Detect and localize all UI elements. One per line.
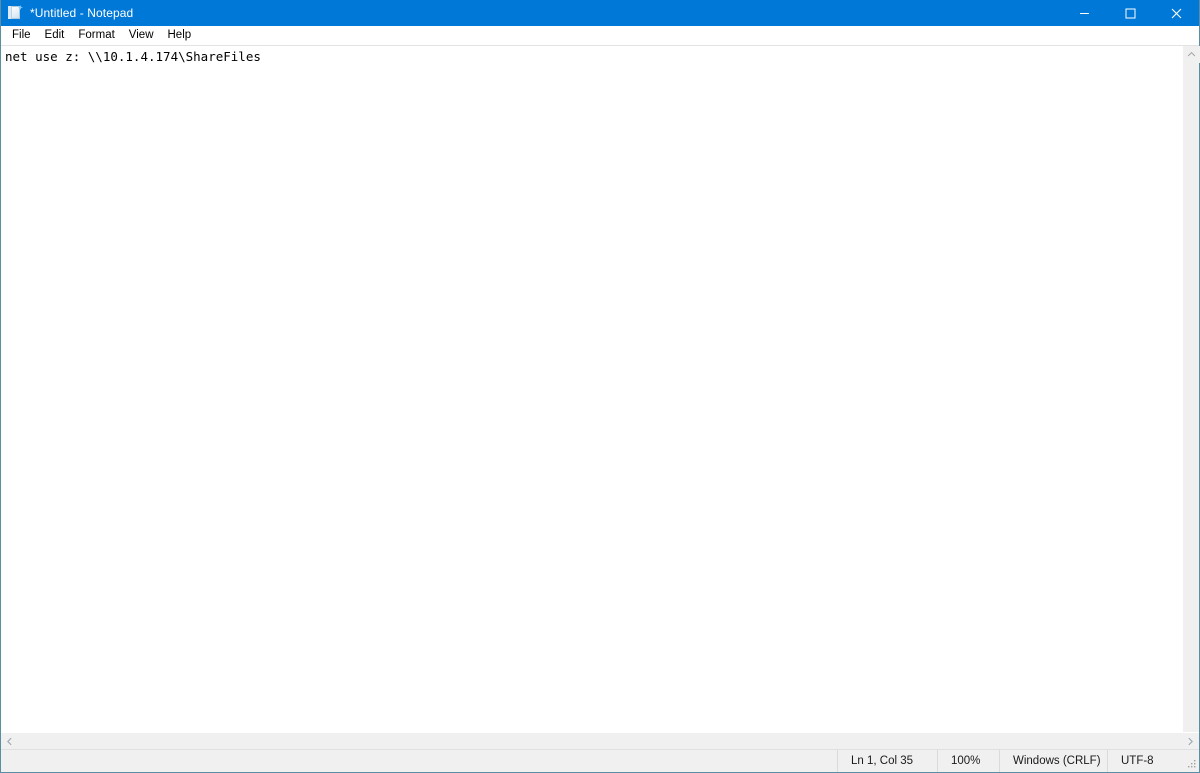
menu-item-file[interactable]: File (5, 27, 38, 45)
horizontal-scrollbar[interactable] (1, 732, 1199, 750)
close-button[interactable] (1153, 0, 1199, 26)
menu-item-view[interactable]: View (122, 27, 161, 45)
minimize-button[interactable] (1061, 0, 1107, 26)
chevron-up-icon (1187, 51, 1196, 57)
chevron-left-icon (7, 737, 12, 746)
status-line-ending[interactable]: Windows (CRLF) (999, 750, 1107, 772)
editor-line: net use z: \\10.1.4.174\ShareFiles (5, 49, 261, 64)
editor-region: net use z: \\10.1.4.174\ShareFiles (1, 45, 1200, 750)
horizontal-scroll-track[interactable] (18, 733, 1182, 749)
vertical-scroll-track[interactable] (1183, 63, 1199, 732)
scroll-up-button[interactable] (1183, 46, 1200, 63)
notepad-window: *Untitled - Notepad File Edit Format Vie… (0, 0, 1200, 773)
title-bar[interactable]: *Untitled - Notepad (1, 0, 1199, 26)
status-spacer (1, 750, 837, 772)
window-title: *Untitled - Notepad (30, 6, 134, 20)
status-bar: Ln 1, Col 35 100% Windows (CRLF) UTF-8 (1, 749, 1199, 772)
status-zoom-level[interactable]: 100% (937, 750, 999, 772)
text-editor[interactable]: net use z: \\10.1.4.174\ShareFiles (1, 46, 1182, 732)
minimize-icon (1079, 12, 1089, 14)
menu-item-edit[interactable]: Edit (38, 27, 72, 45)
notepad-icon (7, 5, 23, 21)
window-controls (1061, 0, 1199, 26)
chevron-right-icon (1188, 737, 1193, 746)
status-encoding[interactable]: UTF-8 (1107, 750, 1199, 772)
vertical-scrollbar[interactable] (1182, 46, 1200, 732)
scroll-left-button[interactable] (1, 733, 18, 750)
menu-bar: File Edit Format View Help (1, 26, 1199, 45)
status-cursor-position[interactable]: Ln 1, Col 35 (837, 750, 937, 772)
close-icon (1171, 8, 1181, 18)
maximize-button[interactable] (1107, 0, 1153, 26)
scroll-right-button[interactable] (1182, 733, 1199, 750)
maximize-icon (1125, 8, 1135, 18)
menu-item-format[interactable]: Format (71, 27, 121, 45)
menu-item-help[interactable]: Help (161, 27, 199, 45)
editor-row: net use z: \\10.1.4.174\ShareFiles (1, 46, 1200, 732)
